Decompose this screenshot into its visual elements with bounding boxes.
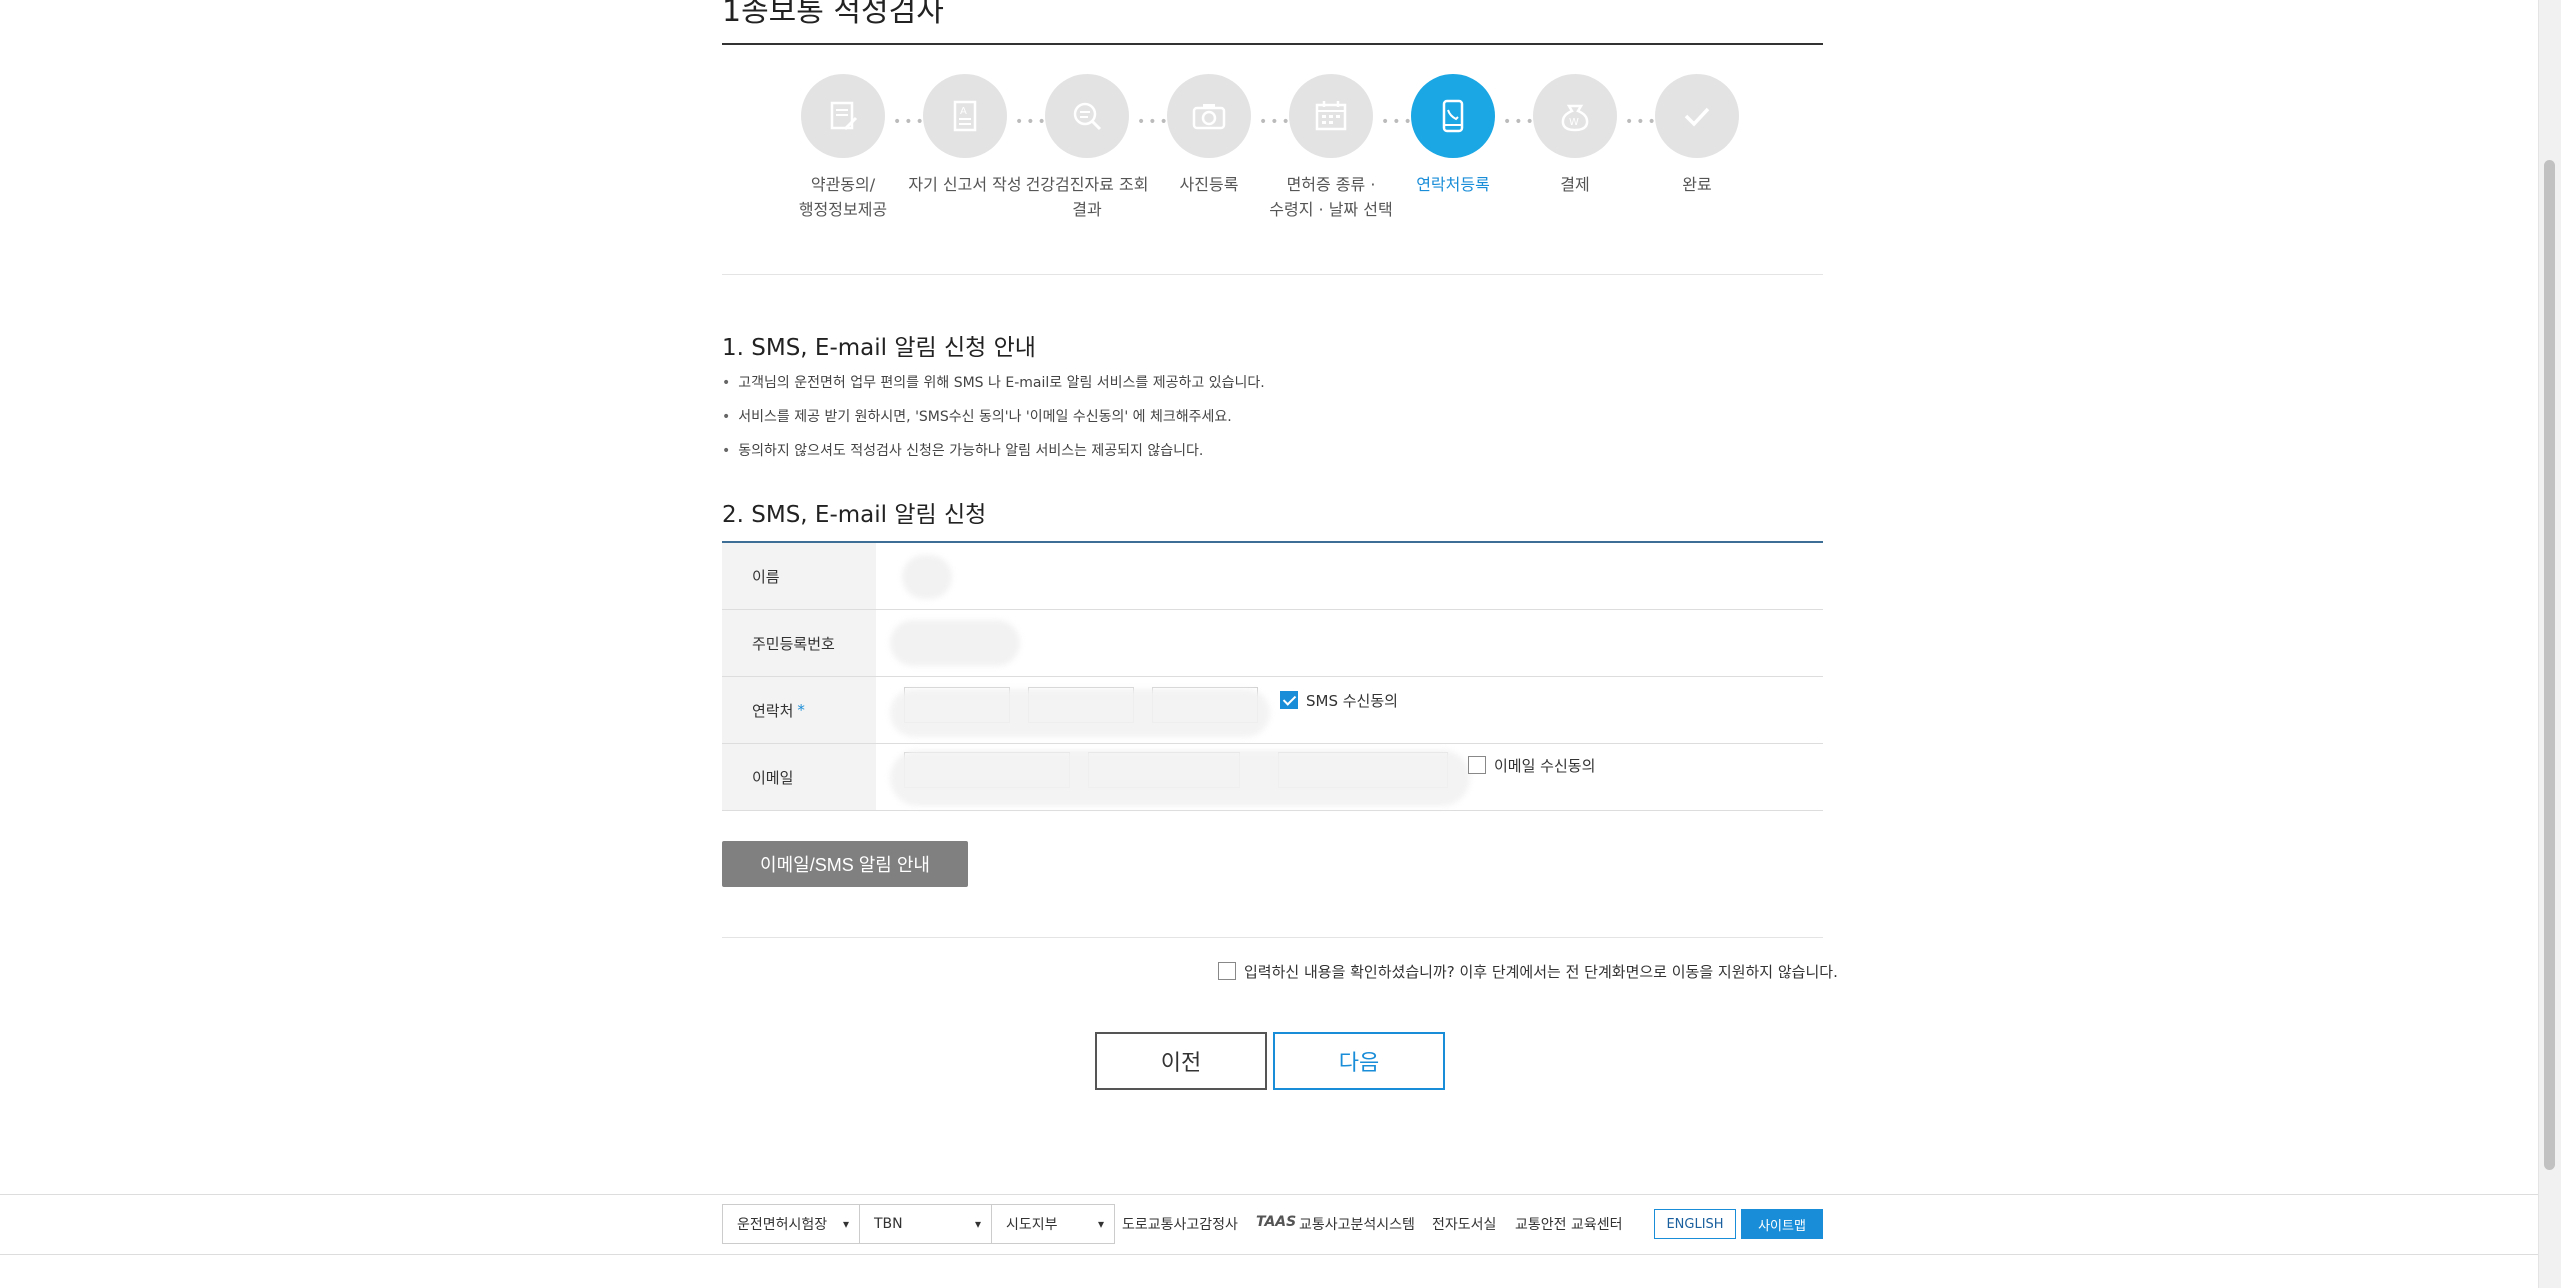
row-email: 이메일 이메일 수신동의 xyxy=(722,744,1823,811)
taas-logo: TAAS xyxy=(1256,1214,1297,1230)
confirm-label: 입력하신 내용을 확인하셨습니까? 이후 단계에서는 전 단계화면으로 이동을 … xyxy=(1244,963,1838,981)
footer-select-test-center[interactable]: 운전면허시험장 ▾ xyxy=(722,1204,860,1244)
footer-select-branch[interactable]: 시도지부 ▾ xyxy=(991,1204,1115,1244)
footer-link-accident-appraiser[interactable]: 도로교통사고감정사 xyxy=(1122,1214,1238,1234)
row-phone: 연락처 * SMS 수신동의 xyxy=(722,677,1823,744)
confirm-divider xyxy=(722,937,1823,938)
info-bullet: 고객님의 운전면허 업무 편의를 위해 SMS 나 E-mail로 알림 서비스… xyxy=(722,372,1264,392)
required-mark: * xyxy=(797,701,805,719)
email-label: 이메일 xyxy=(722,744,876,810)
next-button[interactable]: 다음 xyxy=(1273,1032,1445,1090)
email-sms-guide-button[interactable]: 이메일/SMS 알림 안내 xyxy=(722,841,968,887)
document-edit-icon xyxy=(801,74,885,158)
form-icon: A xyxy=(923,74,1007,158)
english-button[interactable]: ENGLISH xyxy=(1654,1209,1736,1239)
name-label: 이름 xyxy=(722,543,876,609)
contact-form-table: 이름 주민등록번호 연락처 * SMS 수신동의 이메일 이메일 수신동의 xyxy=(722,541,1823,811)
svg-text:A: A xyxy=(960,106,967,117)
search-document-icon xyxy=(1045,74,1129,158)
phone-icon xyxy=(1411,74,1495,158)
email-consent-label: 이메일 수신동의 xyxy=(1494,757,1596,775)
sms-consent-checkbox[interactable] xyxy=(1280,691,1298,709)
email-consent-checkbox[interactable] xyxy=(1468,756,1486,774)
info-bullet: 동의하지 않으셔도 적성검사 신청은 가능하나 알림 서비스는 제공되지 않습니… xyxy=(722,440,1203,460)
footer-top-border xyxy=(0,1194,2539,1195)
footer-select-tbn[interactable]: TBN ▾ xyxy=(859,1204,992,1244)
rrn-label: 주민등록번호 xyxy=(722,610,876,676)
footer-link-e-library[interactable]: 전자도서실 xyxy=(1432,1214,1496,1234)
chevron-down-icon: ▾ xyxy=(974,1217,981,1231)
progress-steps: 약관동의/ 행정정보제공 ••• A 자기 신고서 작성 ••• 건강검진자료 … xyxy=(722,74,1823,234)
scrollbar-thumb[interactable] xyxy=(2544,160,2555,1170)
section1-title: 1. SMS, E-mail 알림 신청 안내 xyxy=(722,335,1036,361)
calendar-icon xyxy=(1289,74,1373,158)
rrn-value-redacted xyxy=(890,620,1020,666)
check-icon xyxy=(1655,74,1739,158)
camera-icon xyxy=(1167,74,1251,158)
footer-link-taas[interactable]: 교통사고분석시스템 xyxy=(1299,1214,1415,1234)
chevron-down-icon: ▾ xyxy=(1097,1217,1104,1231)
title-divider xyxy=(722,43,1823,45)
section2-title: 2. SMS, E-mail 알림 신청 xyxy=(722,502,987,528)
info-bullet: 서비스를 제공 받기 원하시면, 'SMS수신 동의'나 '이메일 수신동의' … xyxy=(722,406,1231,426)
step-complete: 완료 xyxy=(1622,74,1772,197)
page-scrollbar[interactable] xyxy=(2538,0,2561,1288)
sitemap-button[interactable]: 사이트맵 xyxy=(1741,1209,1823,1239)
page-title: 1종보통 적성검사 xyxy=(722,0,944,29)
sms-consent-label: SMS 수신동의 xyxy=(1306,692,1398,710)
phone-label: 연락처 * xyxy=(722,677,876,743)
steps-divider xyxy=(722,274,1823,275)
footer-bottom-border xyxy=(0,1254,2539,1255)
row-rrn: 주민등록번호 xyxy=(722,610,1823,677)
row-name: 이름 xyxy=(722,543,1823,610)
prev-button[interactable]: 이전 xyxy=(1095,1032,1267,1090)
svg-text:W: W xyxy=(1569,117,1579,128)
email-value-redacted xyxy=(890,750,1470,806)
name-value-redacted xyxy=(902,555,952,599)
chevron-down-icon: ▾ xyxy=(842,1217,849,1231)
payment-icon: W xyxy=(1533,74,1617,158)
footer-link-safety-edu[interactable]: 교통안전 교육센터 xyxy=(1515,1214,1623,1234)
confirm-checkbox[interactable] xyxy=(1218,962,1236,980)
phone-value-redacted xyxy=(890,689,1270,737)
